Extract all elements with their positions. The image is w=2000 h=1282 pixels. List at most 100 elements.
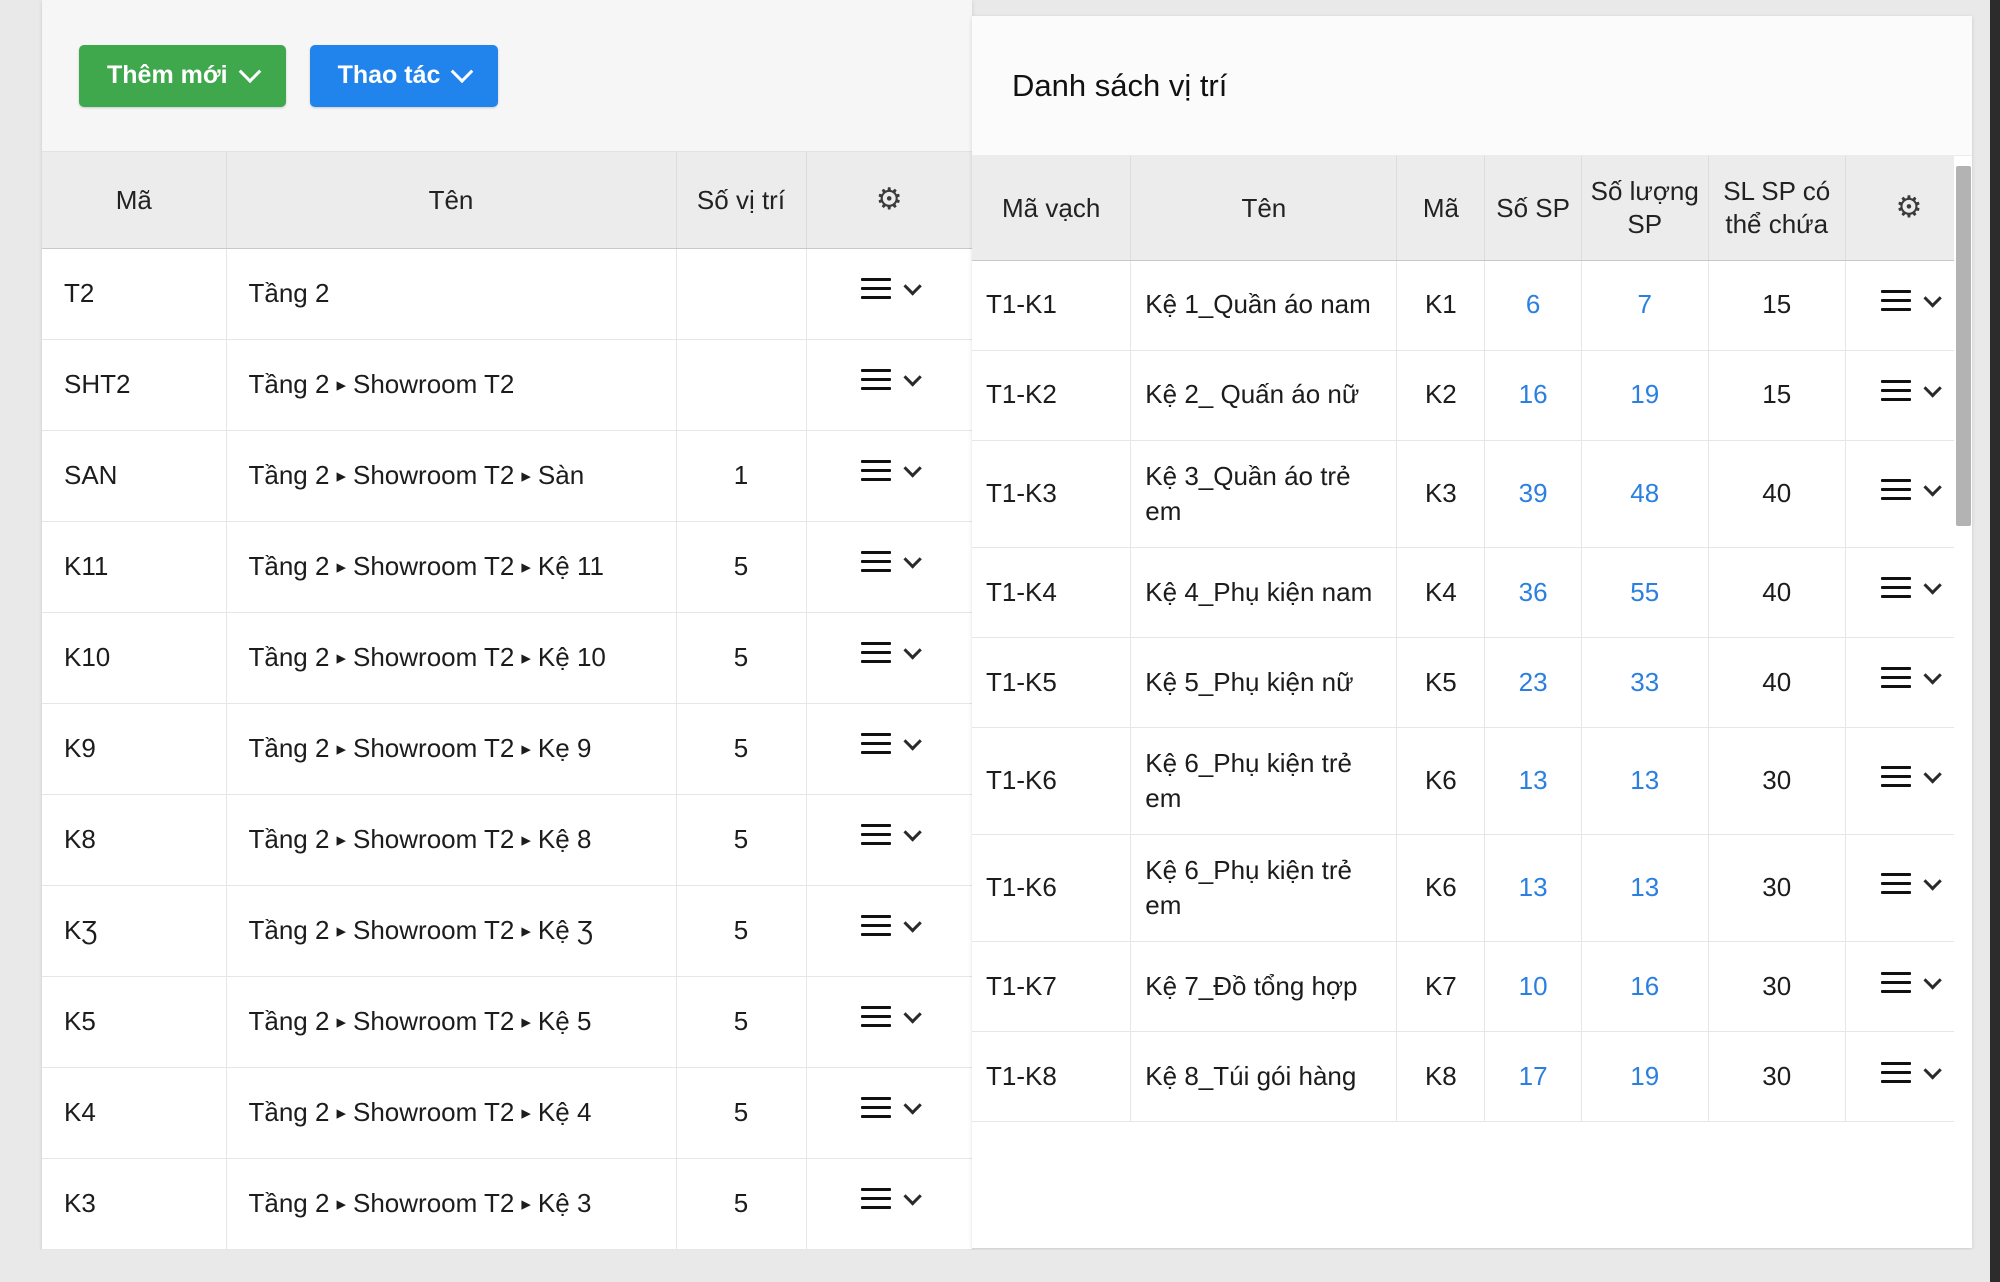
row-actions-menu[interactable] bbox=[861, 818, 923, 851]
row-actions-cell[interactable] bbox=[806, 521, 972, 613]
chevron-down-icon[interactable] bbox=[1923, 872, 1942, 891]
product-count-link[interactable]: 39 bbox=[1519, 478, 1548, 508]
column-header-so-luong-sp[interactable]: Số lượng SP bbox=[1581, 156, 1709, 261]
chevron-down-icon[interactable] bbox=[903, 459, 923, 479]
vertical-scrollbar-thumb[interactable] bbox=[1956, 166, 1971, 526]
hamburger-icon[interactable] bbox=[861, 727, 892, 760]
row-actions-cell[interactable] bbox=[1845, 350, 1972, 441]
row-actions-menu[interactable] bbox=[861, 727, 923, 760]
hamburger-icon[interactable] bbox=[861, 636, 892, 669]
chevron-down-icon[interactable] bbox=[903, 641, 923, 661]
hamburger-icon[interactable] bbox=[1880, 473, 1911, 506]
hamburger-icon[interactable] bbox=[861, 545, 892, 578]
chevron-down-icon[interactable] bbox=[903, 914, 923, 934]
product-quantity-link[interactable]: 7 bbox=[1637, 289, 1651, 319]
hamburger-icon[interactable] bbox=[861, 272, 892, 305]
row-actions-cell[interactable] bbox=[806, 612, 972, 704]
row-actions-menu[interactable] bbox=[1880, 867, 1942, 900]
product-quantity-link[interactable]: 13 bbox=[1630, 765, 1659, 795]
hamburger-icon[interactable] bbox=[1880, 867, 1911, 900]
column-header-ma-vach[interactable]: Mã vạch bbox=[972, 156, 1132, 261]
row-actions-menu[interactable] bbox=[861, 636, 923, 669]
column-header-ma[interactable]: Mã bbox=[42, 152, 227, 249]
hamburger-icon[interactable] bbox=[1880, 760, 1911, 793]
chevron-down-icon[interactable] bbox=[1923, 970, 1942, 990]
row-actions-cell[interactable] bbox=[806, 885, 972, 977]
chevron-down-icon[interactable] bbox=[1923, 666, 1942, 685]
product-count-link[interactable]: 36 bbox=[1519, 577, 1548, 607]
product-count-link[interactable]: 23 bbox=[1519, 667, 1548, 697]
product-quantity-link[interactable]: 33 bbox=[1630, 667, 1659, 697]
row-actions-menu[interactable] bbox=[861, 363, 923, 396]
hamburger-icon[interactable] bbox=[1880, 284, 1911, 317]
row-actions-menu[interactable] bbox=[1880, 1056, 1942, 1089]
gear-icon[interactable]: ⚙ bbox=[876, 183, 903, 216]
row-actions-menu[interactable] bbox=[1880, 571, 1942, 604]
column-settings-gear[interactable]: ⚙ bbox=[1845, 156, 1972, 261]
row-actions-cell[interactable] bbox=[1845, 440, 1972, 548]
chevron-down-icon[interactable] bbox=[903, 823, 923, 843]
row-actions-menu[interactable] bbox=[861, 909, 923, 942]
product-quantity-link[interactable]: 19 bbox=[1630, 379, 1659, 409]
hamburger-icon[interactable] bbox=[1880, 1056, 1911, 1089]
chevron-down-icon[interactable] bbox=[903, 732, 923, 752]
hamburger-icon[interactable] bbox=[861, 909, 892, 942]
row-actions-menu[interactable] bbox=[861, 1000, 923, 1033]
product-count-link[interactable]: 13 bbox=[1519, 872, 1548, 902]
hamburger-icon[interactable] bbox=[861, 1000, 892, 1033]
gear-icon[interactable]: ⚙ bbox=[1895, 191, 1922, 224]
row-actions-menu[interactable] bbox=[1880, 760, 1942, 793]
row-actions-cell[interactable] bbox=[806, 1067, 972, 1159]
product-count-link[interactable]: 17 bbox=[1519, 1061, 1548, 1091]
row-actions-menu[interactable] bbox=[861, 1182, 923, 1215]
product-quantity-link[interactable]: 19 bbox=[1630, 1061, 1659, 1091]
chevron-down-icon[interactable] bbox=[1923, 764, 1942, 784]
column-header-ten[interactable]: Tên bbox=[226, 152, 677, 249]
chevron-down-icon[interactable] bbox=[1923, 379, 1942, 398]
chevron-down-icon[interactable] bbox=[903, 1096, 923, 1116]
column-header-so-sp[interactable]: Số SP bbox=[1484, 156, 1582, 261]
chevron-down-icon[interactable] bbox=[903, 550, 923, 570]
chevron-down-icon[interactable] bbox=[903, 368, 923, 388]
row-actions-cell[interactable] bbox=[806, 430, 972, 522]
row-actions-cell[interactable] bbox=[806, 703, 972, 795]
chevron-down-icon[interactable] bbox=[1923, 289, 1942, 308]
chevron-down-icon[interactable] bbox=[1923, 576, 1942, 595]
product-quantity-link[interactable]: 48 bbox=[1630, 478, 1659, 508]
row-actions-cell[interactable] bbox=[1845, 1031, 1972, 1123]
product-count-link[interactable]: 13 bbox=[1519, 765, 1548, 795]
row-actions-cell[interactable] bbox=[1845, 941, 1972, 1033]
row-actions-cell[interactable] bbox=[1845, 547, 1972, 638]
hamburger-icon[interactable] bbox=[1880, 374, 1911, 407]
column-header-ten[interactable]: Tên bbox=[1130, 156, 1398, 261]
column-header-ma[interactable]: Mã bbox=[1396, 156, 1486, 261]
row-actions-menu[interactable] bbox=[1880, 661, 1942, 694]
row-actions-cell[interactable] bbox=[806, 1158, 972, 1250]
row-actions-cell[interactable] bbox=[806, 248, 972, 340]
row-actions-cell[interactable] bbox=[806, 794, 972, 886]
row-actions-menu[interactable] bbox=[1880, 473, 1942, 506]
row-actions-cell[interactable] bbox=[1845, 637, 1972, 728]
row-actions-menu[interactable] bbox=[861, 272, 923, 305]
product-quantity-link[interactable]: 55 bbox=[1630, 577, 1659, 607]
hamburger-icon[interactable] bbox=[861, 1091, 892, 1124]
product-count-link[interactable]: 16 bbox=[1519, 379, 1548, 409]
chevron-down-icon[interactable] bbox=[1923, 1060, 1942, 1080]
row-actions-cell[interactable] bbox=[806, 339, 972, 431]
chevron-down-icon[interactable] bbox=[903, 277, 923, 297]
product-count-link[interactable]: 10 bbox=[1519, 971, 1548, 1001]
row-actions-menu[interactable] bbox=[861, 545, 923, 578]
column-settings-gear[interactable]: ⚙ bbox=[806, 152, 972, 249]
row-actions-cell[interactable] bbox=[1845, 260, 1972, 351]
hamburger-icon[interactable] bbox=[861, 818, 892, 851]
product-quantity-link[interactable]: 13 bbox=[1630, 872, 1659, 902]
row-actions-menu[interactable] bbox=[1880, 284, 1942, 317]
hamburger-icon[interactable] bbox=[861, 363, 892, 396]
hamburger-icon[interactable] bbox=[861, 454, 892, 487]
add-new-button[interactable]: Thêm mới bbox=[79, 44, 286, 107]
row-actions-menu[interactable] bbox=[1880, 374, 1942, 407]
hamburger-icon[interactable] bbox=[1880, 966, 1911, 999]
chevron-down-icon[interactable] bbox=[903, 1187, 923, 1207]
product-count-link[interactable]: 6 bbox=[1526, 289, 1540, 319]
row-actions-cell[interactable] bbox=[806, 976, 972, 1068]
